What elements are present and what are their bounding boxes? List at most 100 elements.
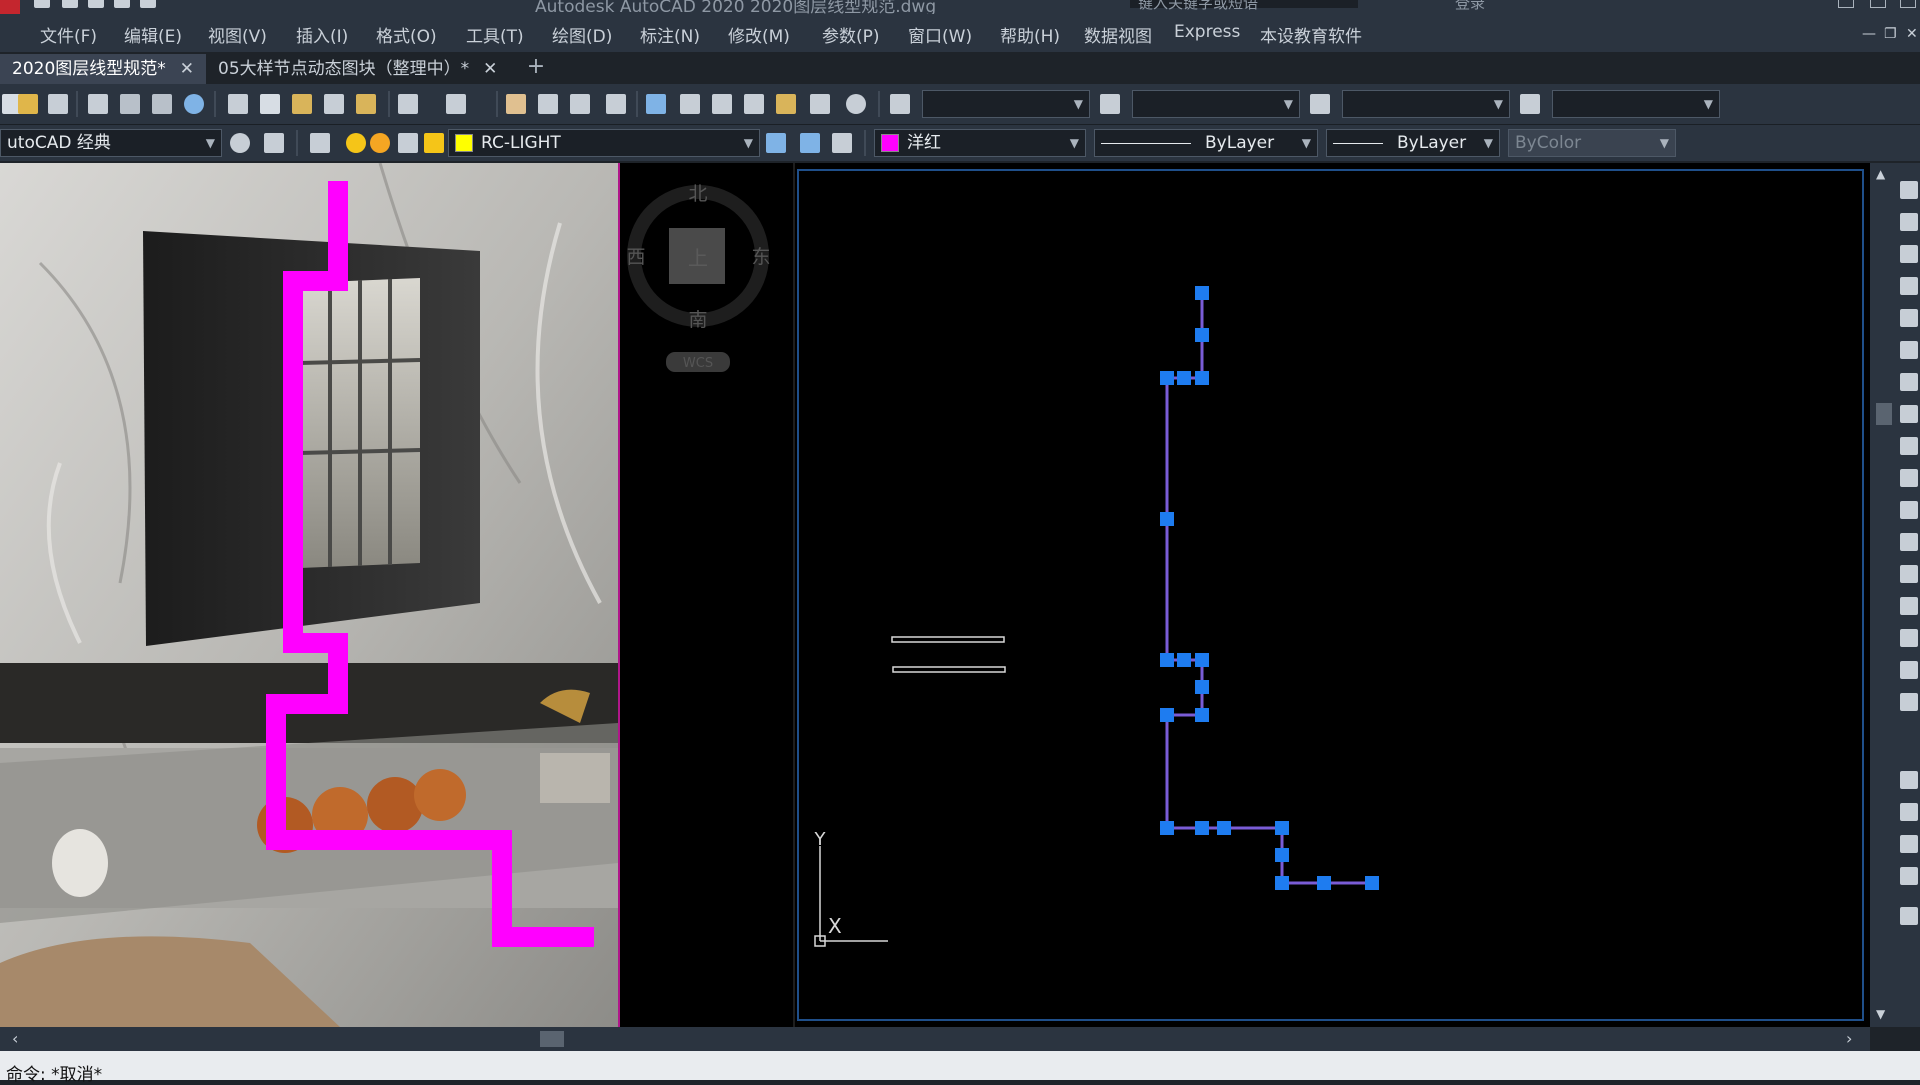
text-style-combo[interactable]: ▼ bbox=[922, 90, 1090, 118]
search-input[interactable]: 键入关键字或短语 bbox=[1130, 0, 1358, 12]
menu-tools[interactable]: 工具(T) bbox=[466, 22, 524, 47]
layer-thaw-sun-icon[interactable] bbox=[370, 133, 390, 153]
move-icon[interactable] bbox=[1900, 341, 1918, 359]
zoom-realtime-icon[interactable] bbox=[538, 94, 558, 114]
doc-close-icon[interactable]: ✕ bbox=[1906, 26, 1918, 42]
undo-icon[interactable] bbox=[398, 94, 418, 114]
block-editor-icon[interactable] bbox=[356, 94, 376, 114]
redo-icon[interactable] bbox=[446, 94, 466, 114]
menu-insert[interactable]: 插入(I) bbox=[296, 22, 348, 47]
grip[interactable] bbox=[1217, 821, 1231, 835]
grip[interactable] bbox=[1195, 708, 1209, 722]
mirror-icon[interactable] bbox=[1900, 245, 1918, 263]
hscroll-thumb[interactable] bbox=[540, 1031, 564, 1047]
draworder-back-icon[interactable] bbox=[1900, 803, 1918, 821]
close-icon[interactable]: ✕ bbox=[180, 59, 194, 79]
sheet-set-icon[interactable] bbox=[744, 94, 764, 114]
viewcube-south[interactable]: 南 bbox=[688, 309, 707, 331]
tool-palettes-icon[interactable] bbox=[712, 94, 732, 114]
trim-icon[interactable] bbox=[1900, 469, 1918, 487]
offset-icon[interactable] bbox=[1900, 277, 1918, 295]
draworder-above-icon[interactable] bbox=[1900, 835, 1918, 853]
grip[interactable] bbox=[1195, 371, 1209, 385]
grip[interactable] bbox=[1275, 848, 1289, 862]
scroll-thumb[interactable] bbox=[1876, 403, 1892, 425]
tab-2020-layer-standard[interactable]: 2020图层线型规范* ✕ bbox=[0, 54, 207, 84]
scroll-right-icon[interactable]: › bbox=[1846, 1029, 1852, 1048]
close-window-icon[interactable] bbox=[1900, 0, 1916, 8]
menu-draw[interactable]: 绘图(D) bbox=[552, 22, 612, 47]
horizontal-scrollbar[interactable]: ‹ › bbox=[0, 1027, 1870, 1051]
chamfer-icon[interactable] bbox=[1900, 597, 1918, 615]
grip[interactable] bbox=[1195, 680, 1209, 694]
layer-on-bulb-icon[interactable] bbox=[346, 133, 366, 153]
vertical-scrollbar[interactable]: ▲ ▼ bbox=[1870, 163, 1898, 1027]
paste-icon[interactable] bbox=[292, 94, 312, 114]
copy-icon[interactable] bbox=[260, 94, 280, 114]
text-to-front-icon[interactable] bbox=[1900, 907, 1918, 925]
markup-icon[interactable] bbox=[776, 94, 796, 114]
drawing-canvas[interactable]: 上 北 南 东 西 WCS X Y bbox=[618, 163, 1870, 1027]
color-combo[interactable]: 洋红 ▼ bbox=[874, 129, 1086, 157]
join-icon[interactable] bbox=[1900, 565, 1918, 583]
plot-preview-icon[interactable] bbox=[120, 94, 140, 114]
grip[interactable] bbox=[1160, 708, 1174, 722]
workspace-combo[interactable]: utoCAD 经典 ▼ bbox=[0, 129, 222, 157]
dim-style-icon[interactable] bbox=[1100, 94, 1120, 114]
viewcube-west[interactable]: 西 bbox=[626, 246, 645, 268]
menu-help[interactable]: 帮助(H) bbox=[1000, 22, 1060, 47]
text-style-icon[interactable] bbox=[890, 94, 910, 114]
close-icon[interactable]: ✕ bbox=[483, 59, 497, 79]
dim-style-combo[interactable]: ▼ bbox=[1132, 90, 1300, 118]
cut-icon[interactable] bbox=[228, 94, 248, 114]
command-line[interactable]: 命令: *取消* bbox=[0, 1051, 1920, 1085]
draworder-front-icon[interactable] bbox=[1900, 771, 1918, 789]
layer-viewport-freeze-icon[interactable] bbox=[398, 133, 418, 153]
grip[interactable] bbox=[1195, 286, 1209, 300]
hatch-lines[interactable] bbox=[891, 636, 1006, 673]
plot-icon[interactable] bbox=[88, 94, 108, 114]
fillet-icon[interactable] bbox=[1900, 629, 1918, 647]
viewcube-east[interactable]: 东 bbox=[751, 246, 770, 268]
maximize-icon[interactable] bbox=[1870, 0, 1886, 8]
lineweight-combo[interactable]: ByLayer ▼ bbox=[1326, 129, 1500, 157]
menu-dataview[interactable]: 数据视图 bbox=[1084, 22, 1152, 47]
viewcube[interactable]: 上 北 南 东 西 WCS bbox=[626, 183, 771, 372]
grip[interactable] bbox=[1275, 876, 1289, 890]
zoom-window-icon[interactable] bbox=[570, 94, 590, 114]
blend-curves-icon[interactable] bbox=[1900, 661, 1918, 679]
tab-detail-blocks[interactable]: 05大样节点动态图块（整理中）* ✕ bbox=[206, 54, 509, 84]
multileader-style-combo[interactable]: ▼ bbox=[1552, 90, 1720, 118]
grip[interactable] bbox=[1177, 653, 1191, 667]
open-file-icon[interactable] bbox=[18, 94, 38, 114]
menu-file[interactable]: 文件(F) bbox=[40, 22, 97, 47]
properties-icon[interactable] bbox=[646, 94, 666, 114]
doc-minimize-icon[interactable]: — bbox=[1862, 26, 1876, 42]
grip[interactable] bbox=[1160, 821, 1174, 835]
layer-unlock-icon[interactable] bbox=[424, 133, 444, 153]
grip[interactable] bbox=[1177, 371, 1191, 385]
3d-dwf-icon[interactable] bbox=[184, 94, 204, 114]
multileader-style-icon[interactable] bbox=[1520, 94, 1540, 114]
table-style-icon[interactable] bbox=[1310, 94, 1330, 114]
plot-icon[interactable] bbox=[140, 0, 156, 8]
new-tab-button[interactable]: + bbox=[524, 52, 548, 82]
stretch-icon[interactable] bbox=[1900, 437, 1918, 455]
menu-dimension[interactable]: 标注(N) bbox=[640, 22, 700, 47]
grip[interactable] bbox=[1195, 821, 1209, 835]
new-icon[interactable] bbox=[34, 0, 50, 8]
help-icon[interactable] bbox=[846, 94, 866, 114]
grip[interactable] bbox=[1275, 821, 1289, 835]
scale-icon[interactable] bbox=[1900, 405, 1918, 423]
scroll-down-icon[interactable]: ▼ bbox=[1876, 1007, 1885, 1021]
rotate-icon[interactable] bbox=[1900, 373, 1918, 391]
publish-icon[interactable] bbox=[152, 94, 172, 114]
layer-manager-icon[interactable] bbox=[310, 133, 330, 153]
layer-combo[interactable]: RC-LIGHT ▼ bbox=[448, 129, 760, 157]
grip[interactable] bbox=[1160, 512, 1174, 526]
grip[interactable] bbox=[1160, 653, 1174, 667]
menu-edit[interactable]: 编辑(E) bbox=[124, 22, 182, 47]
zoom-previous-icon[interactable] bbox=[606, 94, 626, 114]
menu-format[interactable]: 格式(O) bbox=[376, 22, 437, 47]
workspace-settings-gear-icon[interactable] bbox=[230, 133, 250, 153]
